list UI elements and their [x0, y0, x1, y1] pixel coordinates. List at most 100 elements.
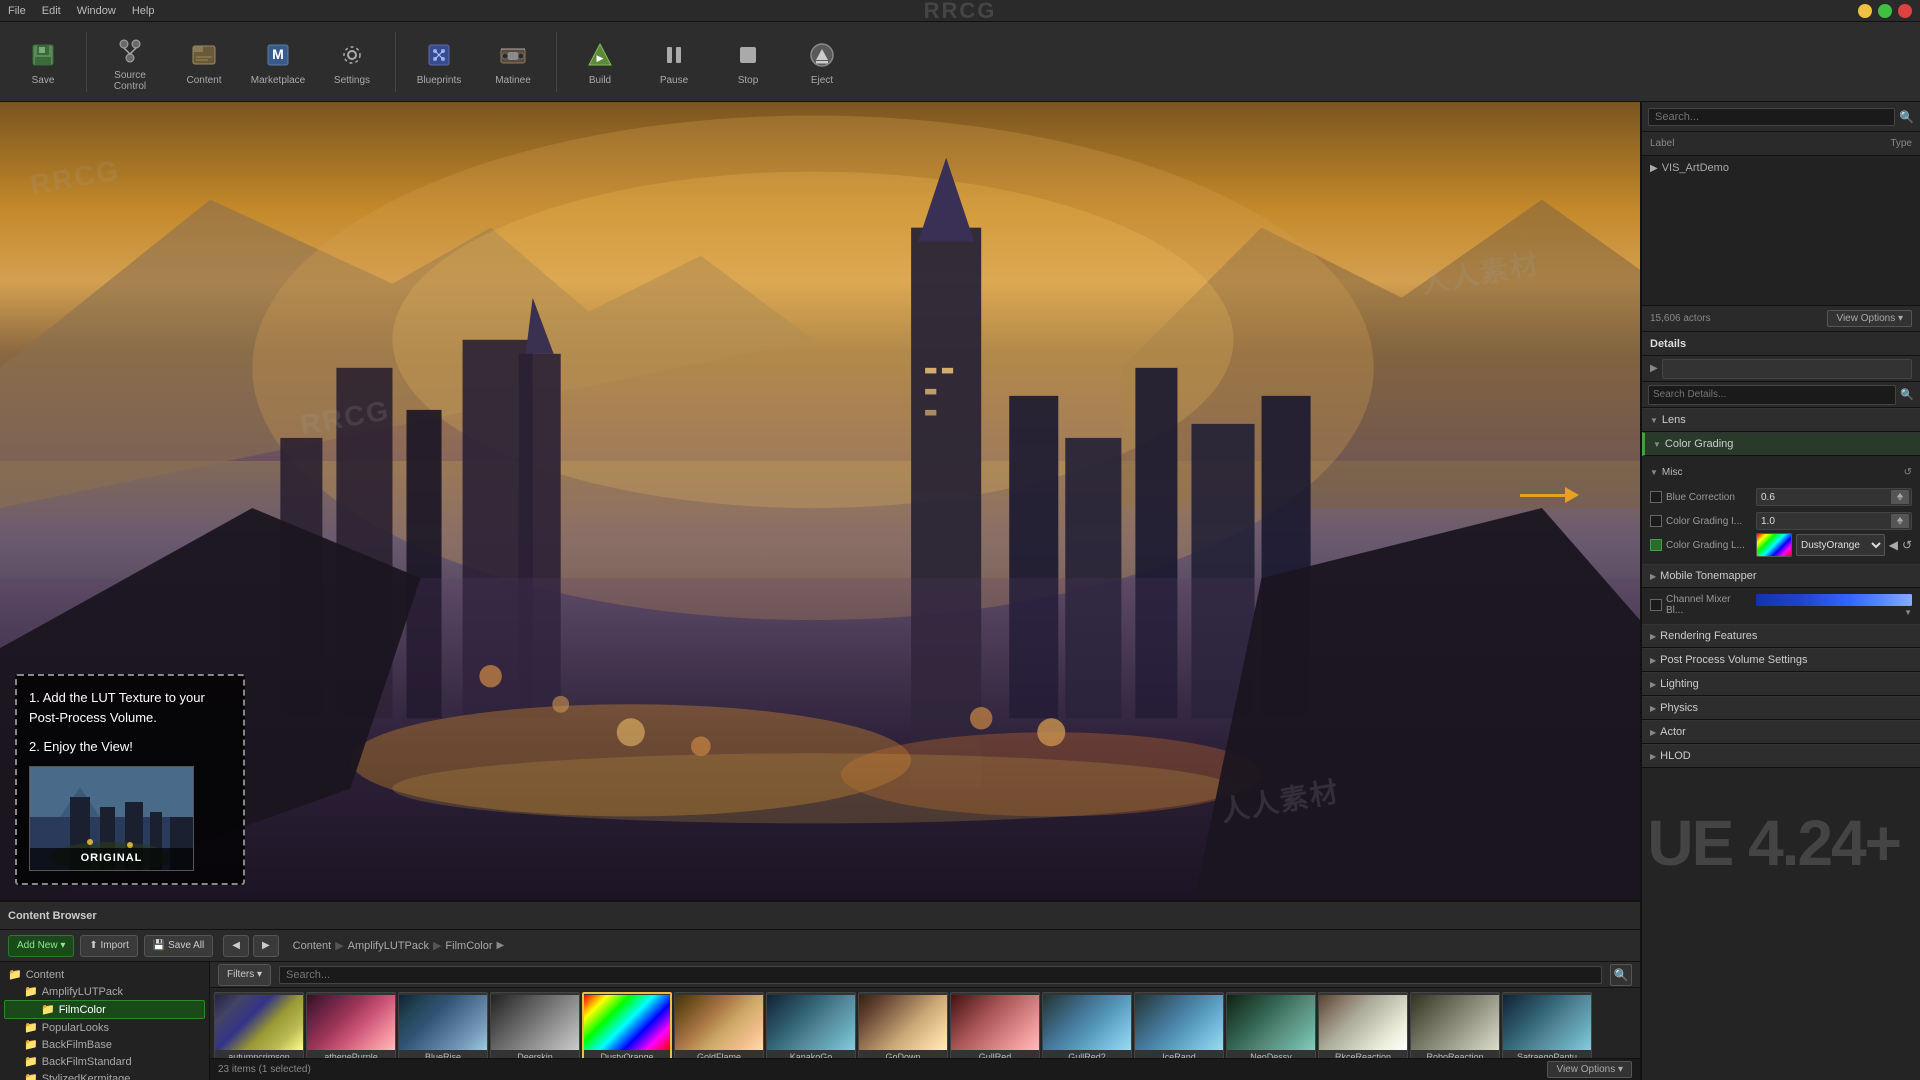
channel-mixer-bar[interactable]: [1756, 594, 1912, 606]
color-grading-triangle: ▼: [1653, 440, 1661, 449]
section-lighting[interactable]: ▶ Lighting: [1642, 672, 1920, 696]
menu-help[interactable]: Help: [132, 5, 155, 17]
breadcrumb-amplify[interactable]: AmplifyLUTPack: [348, 940, 429, 952]
asset-roboreaction[interactable]: RoboReaction: [1410, 992, 1500, 1058]
rp-search-input[interactable]: [1648, 108, 1895, 126]
tree-amplify[interactable]: 📁 AmplifyLUTPack: [4, 983, 205, 1000]
tree-content[interactable]: 📁 Content: [4, 966, 205, 983]
asset-autumncrimson[interactable]: autumncrimson: [214, 992, 304, 1058]
section-rendering-features[interactable]: ▶ Rendering Features: [1642, 624, 1920, 648]
lut-arrow-left[interactable]: ◀: [1889, 538, 1898, 552]
cm-checkbox[interactable]: [1650, 599, 1662, 611]
breadcrumb-expand[interactable]: ▶: [496, 940, 504, 951]
instruction-step2: 2. Enjoy the View!: [29, 737, 231, 758]
rp-view-options-button[interactable]: View Options ▾: [1827, 310, 1912, 327]
tree-popular[interactable]: 📁 PopularLooks: [4, 1019, 205, 1036]
section-hlod[interactable]: ▶ HLOD: [1642, 744, 1920, 768]
asset-name: NeoDessy: [1227, 1050, 1315, 1058]
section-physics[interactable]: ▶ Physics: [1642, 696, 1920, 720]
breadcrumb-content[interactable]: Content: [293, 940, 332, 952]
cb-status-bar: 23 items (1 selected) View Options ▾: [210, 1058, 1640, 1080]
section-lens[interactable]: ▼ Lens: [1642, 408, 1920, 432]
add-new-button[interactable]: Add New ▾: [8, 935, 74, 957]
toolbar-marketplace[interactable]: M Marketplace: [243, 27, 313, 97]
filter-button[interactable]: Filters ▾: [218, 964, 271, 986]
asset-kanakago[interactable]: KanakoGo: [766, 992, 856, 1058]
toolbar-stop[interactable]: Stop: [713, 27, 783, 97]
nav-back-button[interactable]: ◀: [223, 935, 249, 957]
blue-correction-spinner[interactable]: [1891, 490, 1909, 504]
rp-actors-bar: 15,606 actors View Options ▾: [1642, 306, 1920, 332]
misc-subsection[interactable]: ▼ Misc ↺: [1650, 462, 1912, 482]
cgl-checkbox[interactable]: [1650, 539, 1662, 551]
scene-header-label: Label: [1650, 138, 1674, 149]
lut-refresh[interactable]: ↺: [1902, 538, 1912, 552]
section-ppvs[interactable]: ▶ Post Process Volume Settings: [1642, 648, 1920, 672]
channel-mixer-label: Channel Mixer Bl...: [1650, 594, 1750, 616]
toolbar-eject[interactable]: Eject: [787, 27, 857, 97]
asset-athenepurple[interactable]: athenePurple: [306, 992, 396, 1058]
section-actor[interactable]: ▶ Actor: [1642, 720, 1920, 744]
tree-filmcolor[interactable]: 📁 FilmColor: [4, 1000, 205, 1019]
close-button[interactable]: [1898, 4, 1912, 18]
save-all-button[interactable]: 💾 Save All: [144, 935, 213, 957]
cgi-checkbox[interactable]: [1650, 515, 1662, 527]
menu-window[interactable]: Window: [77, 5, 116, 17]
asset-name: KanakoGo: [767, 1050, 855, 1058]
blue-correction-value[interactable]: 0.6: [1756, 488, 1912, 506]
menu-file[interactable]: File: [8, 5, 26, 17]
cgi-spinner[interactable]: [1891, 514, 1909, 528]
section-color-grading[interactable]: ▼ Color Grading: [1642, 432, 1920, 456]
asset-preview: [1411, 995, 1499, 1050]
asset-deerskin[interactable]: Deerskin: [490, 992, 580, 1058]
asset-gullred[interactable]: GullRed: [950, 992, 1040, 1058]
section-mobile-tonemapper[interactable]: ▶ Mobile Tonemapper: [1642, 564, 1920, 588]
rp-search-bar: 🔍: [1642, 102, 1920, 132]
pause-icon: [656, 37, 692, 73]
search-icon-button[interactable]: 🔍: [1610, 964, 1632, 986]
lut-select[interactable]: DustyOrange DustyOrange: [1796, 534, 1885, 556]
tree-backfilm[interactable]: 📁 BackFilmBase: [4, 1036, 205, 1053]
asset-bluerise[interactable]: BlueRise: [398, 992, 488, 1058]
breadcrumb: Content ▶ AmplifyLUTPack ▶ FilmColor ▶: [285, 939, 1632, 952]
import-button[interactable]: ⬆ Import: [80, 935, 138, 957]
blue-correction-checkbox[interactable]: [1650, 491, 1662, 503]
tm-scroll-arrow: ▼: [1756, 608, 1912, 617]
asset-gullred2[interactable]: GullRed2: [1042, 992, 1132, 1058]
viewport[interactable]: RRCG 人人素材 RRCG 人人素材 1. Add the LUT Textu…: [0, 102, 1640, 900]
breadcrumb-sep-2: ▶: [433, 939, 441, 952]
color-grading-intensity-value[interactable]: 1.0: [1756, 512, 1912, 530]
asset-godown[interactable]: GoDown: [858, 992, 948, 1058]
toolbar-build[interactable]: ▶ Build: [565, 27, 635, 97]
cb-right-panel: Filters ▾ 🔍 autumncrimson athe: [210, 962, 1640, 1080]
post-cine-input[interactable]: POST_CINE: [1662, 359, 1912, 379]
tree-stylized1[interactable]: 📁 StylizedKermitage: [4, 1070, 205, 1080]
tree-backfilmstd[interactable]: 📁 BackFilmStandard: [4, 1053, 205, 1070]
svg-text:M: M: [272, 46, 284, 62]
rp-details-search-input[interactable]: [1648, 385, 1896, 405]
toolbar-source-control[interactable]: Source Control: [95, 27, 165, 97]
scene-tree-root[interactable]: ▶ VIS_ArtDemo: [1646, 160, 1916, 176]
details-label: Details: [1650, 338, 1686, 350]
toolbar-pause[interactable]: Pause: [639, 27, 709, 97]
asset-satregopantu[interactable]: SatraegoPantu: [1502, 992, 1592, 1058]
maximize-button[interactable]: [1878, 4, 1892, 18]
misc-reset[interactable]: ↺: [1904, 467, 1912, 478]
toolbar-blueprints[interactable]: Blueprints: [404, 27, 474, 97]
blueprints-label: Blueprints: [417, 75, 461, 86]
asset-icerand[interactable]: IceRand: [1134, 992, 1224, 1058]
asset-goldflame[interactable]: GoldFlame: [674, 992, 764, 1058]
toolbar-save[interactable]: Save: [8, 27, 78, 97]
toolbar-content[interactable]: Content: [169, 27, 239, 97]
asset-neodessy[interactable]: NeoDessy: [1226, 992, 1316, 1058]
menu-edit[interactable]: Edit: [42, 5, 61, 17]
view-options-button[interactable]: View Options ▾: [1547, 1061, 1632, 1078]
minimize-button[interactable]: [1858, 4, 1872, 18]
nav-forward-button[interactable]: ▶: [253, 935, 279, 957]
toolbar-matinee[interactable]: Matinee: [478, 27, 548, 97]
breadcrumb-filmcolor[interactable]: FilmColor: [445, 940, 492, 952]
asset-dustyorange[interactable]: DustyOrange: [582, 992, 672, 1058]
asset-rkcereaction[interactable]: RkceReaction: [1318, 992, 1408, 1058]
cb-search-input[interactable]: [279, 966, 1602, 984]
toolbar-settings[interactable]: Settings: [317, 27, 387, 97]
